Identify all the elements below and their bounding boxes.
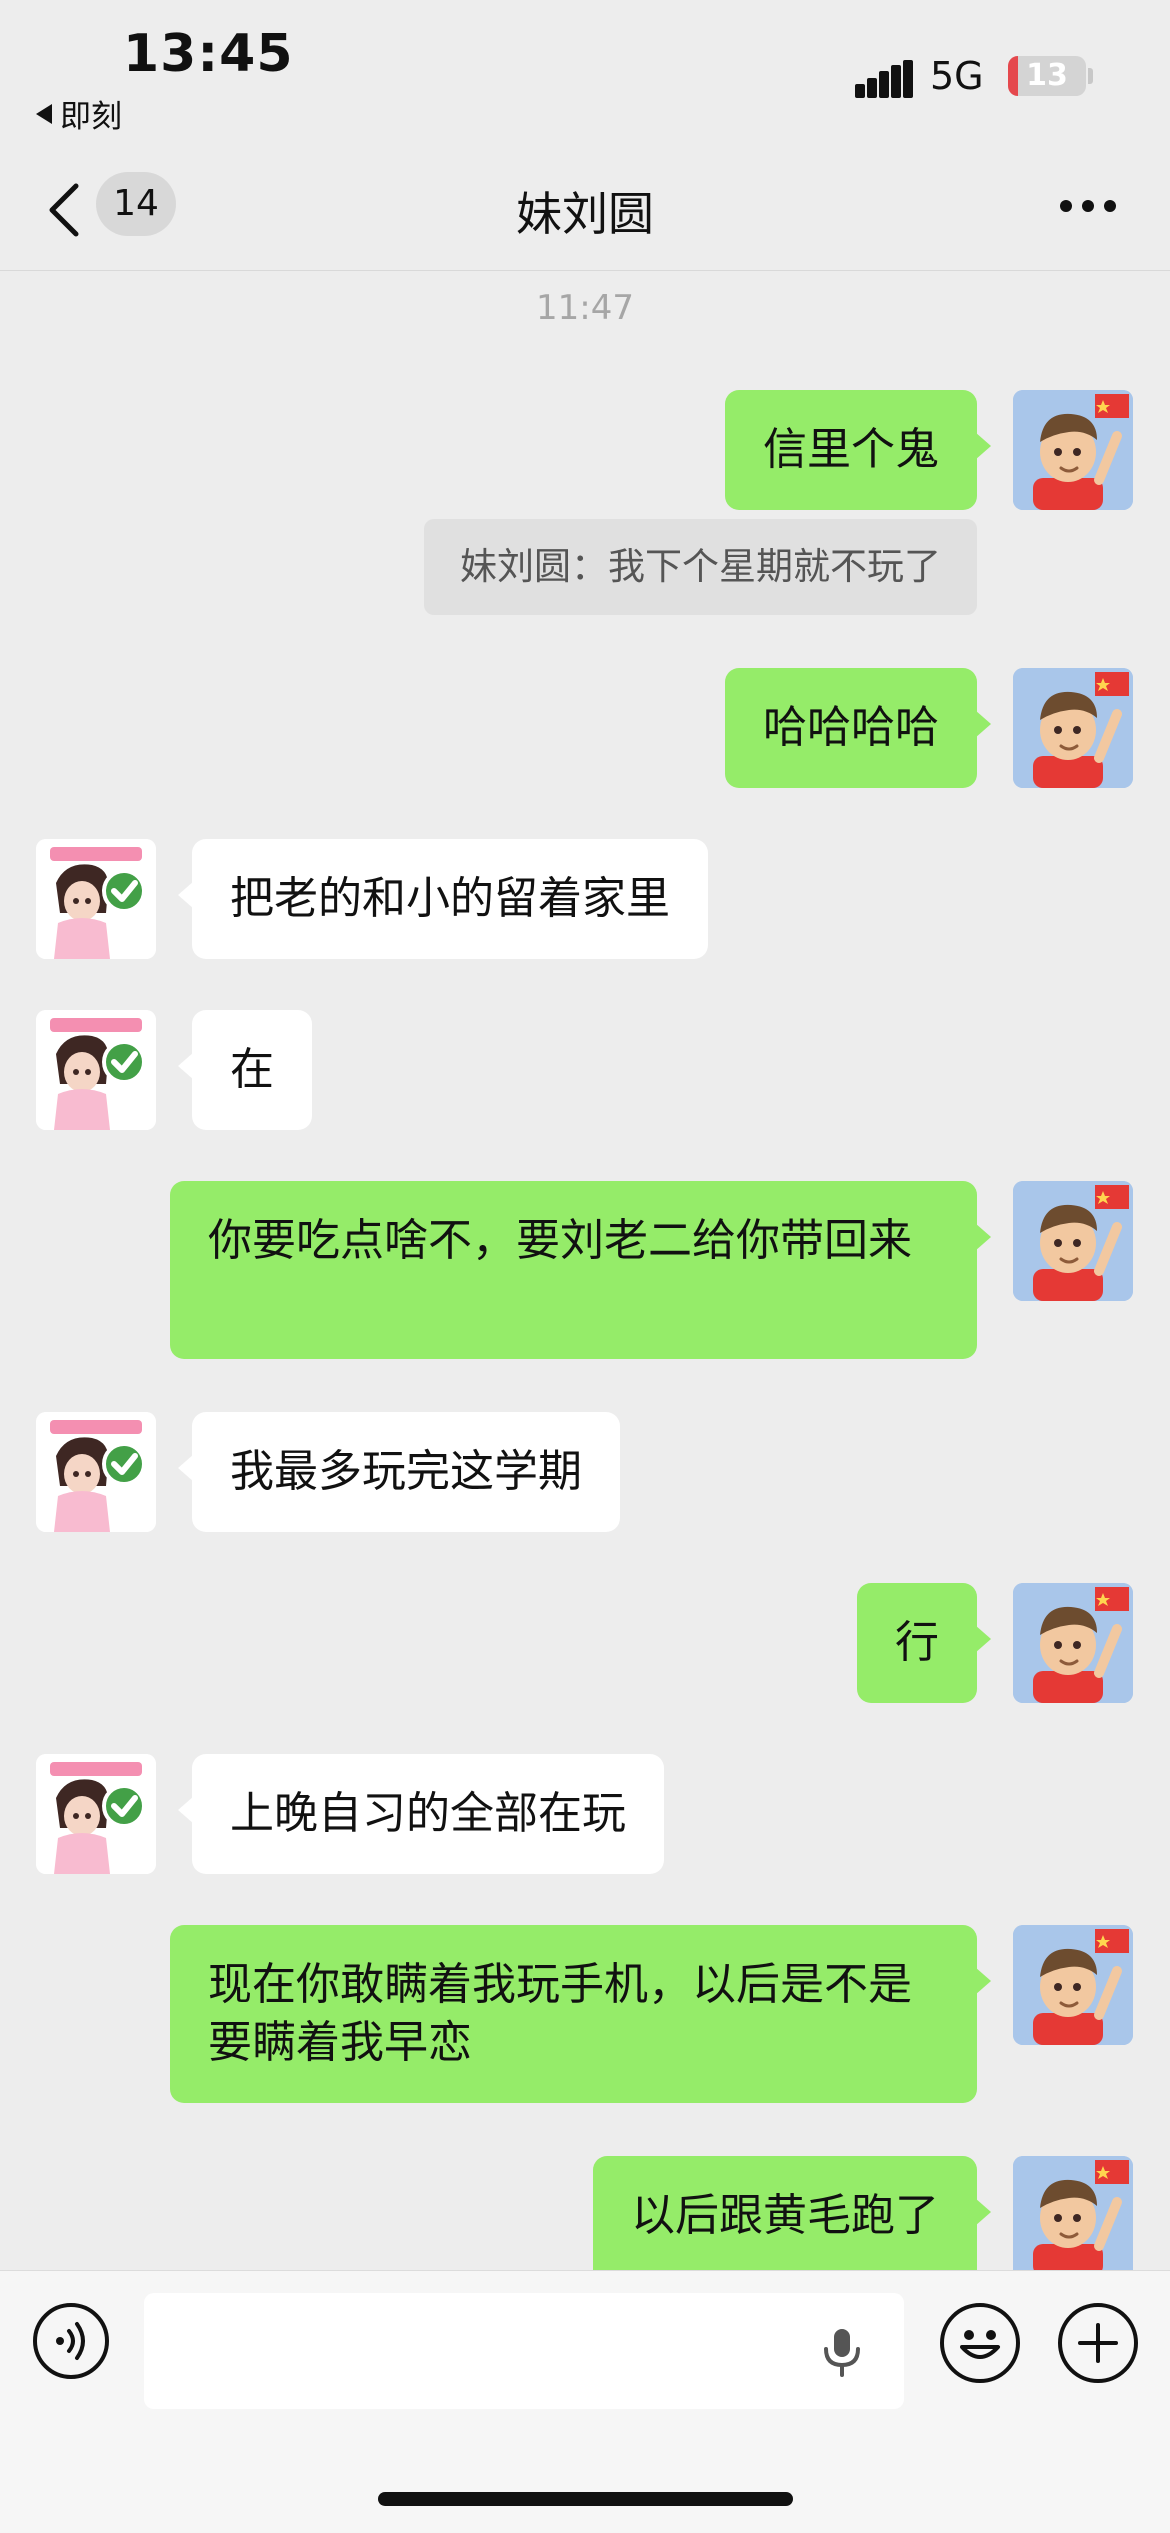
battery-icon: 13 [1008,56,1086,96]
message-bubble-received[interactable]: 上晚自习的全部在玩 [178,1754,664,1874]
status-bar: 13:45 即刻 5G 13 [0,0,1170,150]
message-timestamp: 11:47 [536,288,634,328]
quoted-message[interactable]: 妹刘圆：我下个星期就不玩了 [424,519,977,615]
message-bubble-sent[interactable]: 以后跟黄毛跑了 [593,2156,991,2270]
message-bubble-sent[interactable]: 信里个鬼 [725,390,991,510]
message-bubble-sent[interactable]: 行 [857,1583,991,1703]
peer-avatar[interactable] [36,1754,156,1874]
my-avatar[interactable] [1013,668,1133,788]
peer-avatar-image [36,839,156,959]
more-dots-icon[interactable] [1060,200,1120,214]
my-avatar-image [1013,390,1133,510]
my-avatar-image [1013,1583,1133,1703]
peer-avatar[interactable] [36,1010,156,1130]
my-avatar-image [1013,1925,1133,2045]
peer-avatar-image [36,1010,156,1130]
message-bubble-received[interactable]: 把老的和小的留着家里 [178,839,708,959]
chat-header: 14 妹刘圆 [0,150,1170,271]
back-triangle-icon [36,103,52,124]
message-bubble-sent[interactable]: 现在你敢瞒着我玩手机，以后是不是要瞒着我早恋 [170,1925,991,2103]
signal-icon [855,60,913,98]
emoji-icon[interactable] [940,2303,1020,2383]
peer-avatar[interactable] [36,1412,156,1532]
message-input[interactable] [144,2293,904,2409]
battery-level: 13 [1026,58,1068,93]
peer-avatar[interactable] [36,839,156,959]
my-avatar[interactable] [1013,1181,1133,1301]
mic-icon[interactable] [820,2327,864,2377]
my-avatar[interactable] [1013,1583,1133,1703]
peer-avatar-image [36,1412,156,1532]
message-bubble-sent[interactable]: 哈哈哈哈 [725,668,991,788]
voice-icon[interactable] [33,2303,109,2379]
my-avatar[interactable] [1013,1925,1133,2045]
network-type: 5G [930,54,984,98]
status-time: 13:45 [123,24,294,84]
plus-icon[interactable] [1058,2303,1138,2383]
message-bubble-received[interactable]: 在 [178,1010,312,1130]
back-app-label: 即刻 [60,99,122,135]
home-indicator [378,2492,793,2506]
battery-tip [1088,68,1093,84]
message-bubble-sent[interactable]: 你要吃点啥不，要刘老二给你带回来 [170,1181,991,1359]
my-avatar-image [1013,2156,1133,2270]
my-avatar-image [1013,1181,1133,1301]
peer-avatar-image [36,1754,156,1874]
my-avatar[interactable] [1013,390,1133,510]
my-avatar[interactable] [1013,2156,1133,2270]
back-to-app-link[interactable]: 即刻 [36,91,122,136]
my-avatar-image [1013,668,1133,788]
chat-title: 妹刘圆 [516,187,654,241]
message-bubble-received[interactable]: 我最多玩完这学期 [178,1412,620,1532]
